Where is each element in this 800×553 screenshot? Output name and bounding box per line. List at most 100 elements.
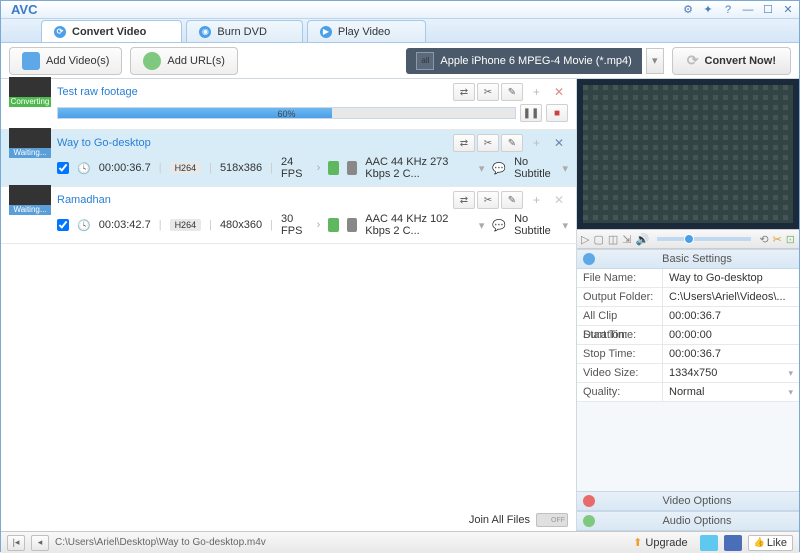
- upgrade-button[interactable]: ⬆Upgrade: [627, 536, 693, 549]
- chevron-down-icon[interactable]: ▾: [479, 162, 485, 175]
- snapshot-icon[interactable]: ◫: [608, 233, 618, 246]
- app-logo: AVC: [5, 2, 37, 17]
- close-icon[interactable]: ✕: [781, 3, 795, 17]
- remove-icon[interactable]: ✕: [550, 136, 568, 150]
- item-checkbox[interactable]: [57, 162, 69, 174]
- crop-icon[interactable]: ⊡: [786, 233, 795, 246]
- item-checkbox[interactable]: [57, 219, 69, 231]
- stop-time-field[interactable]: 00:00:36.7: [663, 345, 799, 363]
- swap-icon[interactable]: ⇄: [453, 134, 475, 152]
- add-icon[interactable]: +: [529, 85, 544, 99]
- remove-icon[interactable]: ✕: [550, 193, 568, 207]
- video-options-header[interactable]: Video Options: [577, 491, 799, 511]
- stop-button[interactable]: ■: [546, 104, 568, 122]
- like-button[interactable]: 👍Like: [748, 535, 793, 551]
- prop-label: Video Size:: [577, 364, 663, 382]
- button-label: Add Video(s): [46, 55, 109, 67]
- help-icon[interactable]: ?: [721, 3, 735, 17]
- tab-convert[interactable]: ⟳ Convert Video: [41, 20, 182, 42]
- tab-label: Burn DVD: [217, 26, 267, 38]
- profile-label: Apple iPhone 6 MPEG-4 Movie (*.mp4): [440, 55, 631, 67]
- settings-icon[interactable]: ⚙: [681, 3, 695, 17]
- codec-badge: H264: [170, 162, 202, 174]
- expand-icon[interactable]: ⇲: [622, 233, 631, 246]
- maximize-icon[interactable]: ☐: [761, 3, 775, 17]
- swap-icon[interactable]: ⇄: [453, 191, 475, 209]
- volume-icon[interactable]: 🔊: [636, 233, 650, 246]
- prop-label: Start Time:: [577, 326, 663, 344]
- item-title: Test raw footage: [57, 86, 447, 98]
- profile-selector[interactable]: allApple iPhone 6 MPEG-4 Movie (*.mp4): [406, 48, 641, 74]
- cut-icon[interactable]: ✂: [477, 83, 499, 101]
- add-urls-button[interactable]: Add URL(s): [130, 47, 237, 75]
- video-size-dropdown[interactable]: 1334x750: [663, 364, 799, 382]
- basic-settings-header[interactable]: Basic Settings: [577, 249, 799, 269]
- audio-options-header[interactable]: Audio Options: [577, 511, 799, 531]
- remove-icon[interactable]: ✕: [550, 85, 568, 99]
- play-icon[interactable]: ▷: [581, 233, 589, 246]
- status-badge: Waiting...: [9, 205, 51, 215]
- chevron-down-icon[interactable]: ▾: [479, 219, 485, 232]
- clock-icon: 🕓: [77, 219, 91, 232]
- disc-icon: ◉: [199, 26, 211, 38]
- facebook-icon[interactable]: [724, 535, 742, 551]
- loop-icon[interactable]: ⟲: [759, 233, 768, 246]
- join-toggle[interactable]: OFF: [536, 513, 568, 527]
- list-item[interactable]: Waiting... Way to Go-desktop ⇄ ✂ ✎ + ✕ 🕓…: [1, 130, 576, 187]
- prop-label: Quality:: [577, 383, 663, 401]
- start-time-field[interactable]: 00:00:00: [663, 326, 799, 344]
- scissors-icon[interactable]: ✂: [773, 233, 782, 246]
- back-button[interactable]: ◂: [31, 535, 49, 551]
- duration-value: 00:00:36.7: [663, 307, 799, 325]
- duration: 00:03:42.7: [99, 219, 151, 231]
- list-item[interactable]: Converting Test raw footage ⇄ ✂ ✎ + ✕ 60…: [1, 79, 576, 130]
- chevron-right-icon[interactable]: ›: [317, 162, 321, 174]
- add-videos-button[interactable]: Add Video(s): [9, 47, 122, 75]
- file-list: Converting Test raw footage ⇄ ✂ ✎ + ✕ 60…: [1, 79, 577, 531]
- fps: 24 FPS: [281, 156, 309, 180]
- convert-icon: ⟳: [54, 26, 66, 38]
- output-folder-field[interactable]: C:\Users\Ariel\Videos\...: [663, 288, 799, 306]
- progress-text: 60%: [277, 108, 295, 120]
- thumbnail: Waiting...: [9, 128, 51, 158]
- prop-label: Stop Time:: [577, 345, 663, 363]
- convert-now-button[interactable]: ⟳Convert Now!: [672, 47, 791, 75]
- tab-label: Convert Video: [72, 26, 146, 38]
- tab-burn[interactable]: ◉ Burn DVD: [186, 20, 303, 42]
- titlebar: AVC ⚙ ✦ ? — ☐ ✕: [1, 1, 799, 19]
- minimize-icon[interactable]: —: [741, 3, 755, 17]
- swap-icon[interactable]: ⇄: [453, 83, 475, 101]
- list-item[interactable]: Waiting... Ramadhan ⇄ ✂ ✎ + ✕ 🕓 00:03:42…: [1, 187, 576, 244]
- profile-dropdown[interactable]: ▾: [646, 48, 664, 74]
- wand-icon[interactable]: ✎: [501, 83, 523, 101]
- subtitle: No Subtitle: [514, 213, 554, 237]
- wand-icon[interactable]: ✎: [501, 134, 523, 152]
- chevron-right-icon[interactable]: ›: [317, 219, 321, 231]
- subtitle: No Subtitle: [514, 156, 554, 180]
- quality-dropdown[interactable]: Normal: [663, 383, 799, 401]
- speaker-icon: [347, 161, 358, 175]
- phone-icon: [328, 218, 339, 232]
- wand-icon[interactable]: ✎: [501, 191, 523, 209]
- up-icon: ⬆: [633, 536, 642, 549]
- window-controls: ⚙ ✦ ? — ☐ ✕: [681, 3, 795, 17]
- file-path: C:\Users\Ariel\Desktop\Way to Go-desktop…: [55, 537, 621, 548]
- add-icon[interactable]: +: [529, 136, 544, 150]
- cut-icon[interactable]: ✂: [477, 191, 499, 209]
- subtitle-icon: 💬: [492, 162, 506, 175]
- skin-icon[interactable]: ✦: [701, 3, 715, 17]
- tab-play[interactable]: ▶Play Video: [307, 20, 426, 42]
- prev-button[interactable]: |◂: [7, 535, 25, 551]
- resolution: 518x386: [220, 162, 262, 174]
- chevron-down-icon[interactable]: ▾: [562, 162, 568, 175]
- section-title: Basic Settings: [601, 253, 793, 265]
- twitter-icon[interactable]: [700, 535, 718, 551]
- pause-button[interactable]: ❚❚: [520, 104, 542, 122]
- refresh-icon: ⟳: [687, 52, 699, 69]
- chevron-down-icon[interactable]: ▾: [562, 219, 568, 232]
- add-icon[interactable]: +: [529, 193, 544, 207]
- cut-icon[interactable]: ✂: [477, 134, 499, 152]
- volume-slider[interactable]: [657, 237, 751, 241]
- filename-field[interactable]: Way to Go-desktop: [663, 269, 799, 287]
- stop-icon[interactable]: ▢: [593, 233, 603, 246]
